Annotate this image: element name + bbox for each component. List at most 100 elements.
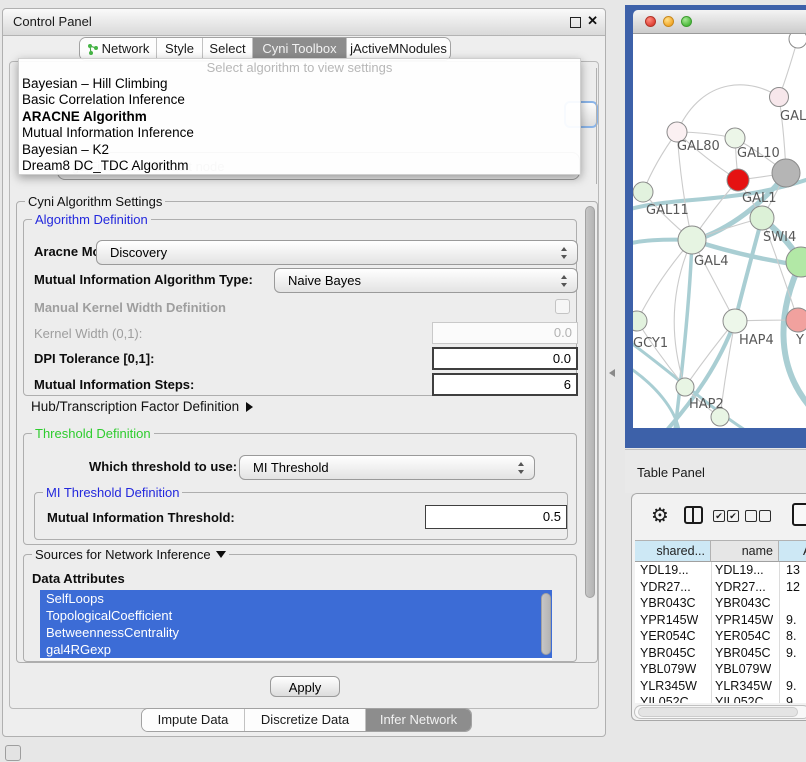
network-canvas[interactable]: GAL GAL80 GAL10 GAL1 GAL11 SWI4 GAL4 GCY… bbox=[633, 34, 806, 428]
node-label: Y bbox=[795, 333, 804, 348]
float-window-icon[interactable] bbox=[570, 17, 581, 28]
network-window-titlebar bbox=[633, 10, 806, 34]
manual-kernel-label: Manual Kernel Width Definition bbox=[34, 300, 226, 315]
scrollbar-thumb[interactable] bbox=[638, 707, 798, 717]
export-table-icon[interactable] bbox=[792, 503, 806, 526]
collapsed-panel-icon[interactable] bbox=[5, 745, 21, 761]
apply-button[interactable]: Apply bbox=[270, 676, 340, 697]
minimize-window-icon[interactable] bbox=[663, 16, 674, 27]
network-node-swi4[interactable] bbox=[750, 206, 774, 230]
attributes-scrollbar-thumb[interactable] bbox=[541, 593, 551, 655]
zoom-window-icon[interactable] bbox=[681, 16, 692, 27]
cell: 13 bbox=[786, 562, 800, 579]
cell: YER054C bbox=[715, 628, 771, 645]
cell: YIL052C bbox=[715, 694, 764, 703]
algorithm-option-aracne[interactable]: ARACNE Algorithm bbox=[19, 109, 580, 125]
network-node-gal11[interactable] bbox=[633, 182, 653, 202]
network-node-hap2[interactable] bbox=[676, 378, 694, 396]
algorithm-option[interactable]: Bayesian – K2 bbox=[19, 142, 580, 158]
network-node-gcy1[interactable] bbox=[633, 311, 647, 331]
algorithm-option[interactable]: Basic Correlation Inference bbox=[19, 92, 580, 108]
show-columns-icon[interactable] bbox=[684, 506, 703, 524]
network-node-gray[interactable] bbox=[772, 159, 800, 187]
mi-algorithm-type-combo[interactable]: Naive Bayes bbox=[274, 268, 578, 293]
algorithm-definition-title: Algorithm Definition bbox=[32, 212, 151, 227]
network-node-salmon[interactable] bbox=[786, 308, 806, 332]
tab-select[interactable]: Select bbox=[202, 38, 252, 60]
deselect-all-checkbox-icon[interactable] bbox=[745, 510, 757, 522]
network-node-gal4[interactable] bbox=[678, 226, 706, 254]
hub-definition-toggle[interactable]: Hub/Transcription Factor Definition bbox=[31, 399, 253, 414]
data-attributes-label: Data Attributes bbox=[32, 571, 125, 586]
node-label: GAL10 bbox=[737, 146, 780, 161]
table-row[interactable]: YLR345WYLR345W9. bbox=[635, 678, 806, 695]
column-header-shared-name[interactable]: shared... bbox=[635, 540, 711, 562]
algorithm-option[interactable]: Dream8 DC_TDC Algorithm bbox=[19, 158, 580, 174]
attribute-item[interactable]: BetweennessCentrality bbox=[40, 624, 552, 641]
deselect-all-checkbox-icon[interactable] bbox=[759, 510, 771, 522]
tab-infer-network[interactable]: Infer Network bbox=[365, 709, 471, 731]
table-row[interactable]: YBR043C YBR043C bbox=[635, 595, 806, 612]
select-all-checkbox-icon[interactable]: ✔ bbox=[727, 510, 739, 522]
network-node-hap4[interactable] bbox=[723, 309, 747, 333]
network-node-gal1-red[interactable] bbox=[727, 169, 749, 191]
kernel-width-field[interactable]: 0.0 bbox=[432, 322, 578, 344]
cell: YBL079W bbox=[640, 661, 696, 678]
table-row[interactable]: YER054C YER054C 8. bbox=[635, 628, 806, 645]
table-row[interactable]: YIL052CYIL052C9. bbox=[635, 694, 806, 703]
attribute-item[interactable]: gal4RGexp bbox=[40, 641, 552, 658]
tab-style[interactable]: Style bbox=[156, 38, 202, 60]
cell: 9. bbox=[786, 694, 796, 703]
cell: YLR345W bbox=[640, 678, 697, 695]
tab-network[interactable]: Network bbox=[80, 38, 156, 60]
table-row[interactable]: YDL19...YDL19...13 bbox=[635, 562, 806, 579]
network-node[interactable] bbox=[789, 34, 806, 48]
cell: YBR043C bbox=[715, 595, 771, 612]
collapse-down-icon bbox=[216, 551, 226, 558]
table-row[interactable]: YPR145WYPR145W9. bbox=[635, 612, 806, 629]
attribute-item[interactable]: TopologicalCoefficient bbox=[40, 607, 552, 624]
network-node-gal7[interactable] bbox=[770, 88, 789, 107]
gear-icon[interactable]: ⚙ bbox=[651, 502, 669, 528]
mi-steps-field[interactable]: 6 bbox=[432, 373, 578, 396]
tab-jactivemnodules[interactable]: jActiveMNodules bbox=[346, 38, 450, 60]
close-icon[interactable]: ✕ bbox=[587, 13, 598, 29]
cell: YPR145W bbox=[715, 612, 773, 629]
algorithm-option[interactable]: Bayesian – Hill Climbing bbox=[19, 76, 580, 92]
tab-impute-data[interactable]: Impute Data bbox=[142, 709, 244, 731]
table-row[interactable]: YBL079W YBL079W bbox=[635, 661, 806, 678]
which-threshold-label: Which threshold to use: bbox=[89, 459, 237, 474]
table-row[interactable]: YDR27...YDR27...12 bbox=[635, 579, 806, 596]
select-all-checkbox-icon[interactable]: ✔ bbox=[713, 510, 725, 522]
table-row[interactable]: YBR045CYBR045C9. bbox=[635, 645, 806, 662]
cell: YBR043C bbox=[640, 595, 696, 612]
tab-discretize-data[interactable]: Discretize Data bbox=[244, 709, 365, 731]
cell: YBL079W bbox=[715, 661, 771, 678]
cell: YER054C bbox=[640, 628, 696, 645]
network-node-gal10[interactable] bbox=[725, 128, 745, 148]
column-header-name[interactable]: name bbox=[711, 540, 779, 562]
table-panel: ⚙ ✔ ✔ shared... name A YDL19...YDL19...1… bbox=[631, 493, 806, 721]
attribute-item[interactable]: SelfLoops bbox=[40, 590, 552, 607]
which-threshold-combo[interactable]: MI Threshold bbox=[239, 455, 535, 480]
sources-title-label: Sources for Network Inference bbox=[35, 547, 211, 562]
sources-title[interactable]: Sources for Network Inference bbox=[32, 547, 229, 562]
splitter-collapse-icon[interactable] bbox=[609, 369, 615, 377]
close-window-icon[interactable] bbox=[645, 16, 656, 27]
column-header-clipped[interactable]: A bbox=[779, 540, 806, 562]
dpi-tolerance-field[interactable]: 0.0 bbox=[432, 347, 578, 370]
cell: 9. bbox=[786, 678, 796, 695]
tab-cyni-toolbox[interactable]: Cyni Toolbox bbox=[252, 38, 346, 60]
control-panel-titlebar: Control Panel ✕ bbox=[3, 9, 605, 36]
aracne-mode-combo[interactable]: Discovery bbox=[96, 240, 578, 265]
network-node-green[interactable] bbox=[786, 247, 806, 277]
table-horizontal-scrollbar[interactable] bbox=[634, 705, 806, 719]
algorithm-option[interactable]: Mutual Information Inference bbox=[19, 125, 580, 141]
settings-scrollbar-thumb[interactable] bbox=[585, 206, 595, 598]
manual-kernel-checkbox[interactable] bbox=[555, 299, 570, 314]
cell: YDL19... bbox=[640, 562, 689, 579]
tab-network-label: Network bbox=[102, 41, 150, 56]
node-label: GCY1 bbox=[633, 336, 668, 351]
cell: 8. bbox=[786, 628, 796, 645]
mi-threshold-field[interactable]: 0.5 bbox=[425, 505, 567, 529]
